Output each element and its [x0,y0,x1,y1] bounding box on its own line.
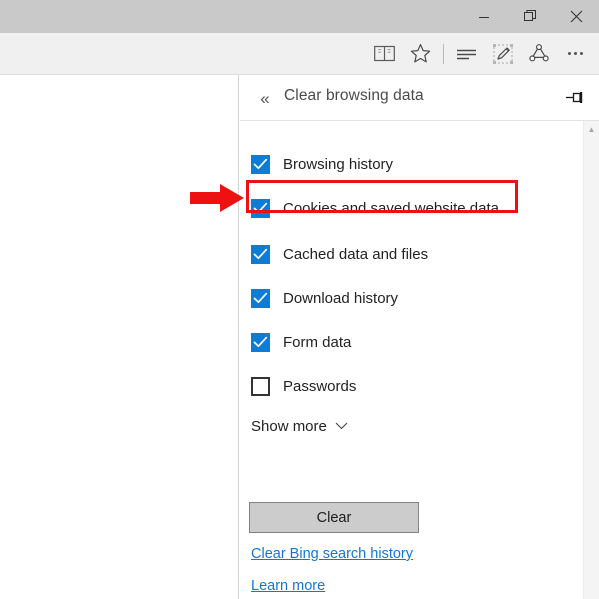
edge-browser-window: « Clear browsing data ▲ Browsing history… [0,0,599,599]
minimize-icon [479,16,489,18]
checkbox-row-form-data[interactable]: Form data [251,329,351,355]
checkmark-icon [253,248,268,259]
share-button[interactable] [521,33,557,74]
checkbox-cached-data[interactable] [251,244,270,264]
checkbox-row-browsing-history[interactable]: Browsing history [251,151,393,177]
more-icon [567,52,583,55]
checkmark-icon [253,202,268,213]
window-controls [461,0,599,33]
panel-title: Clear browsing data [284,87,424,104]
clear-button[interactable]: Clear [249,502,419,533]
checkbox-row-download-history[interactable]: Download history [251,285,398,311]
chevron-down-icon [335,421,348,433]
close-button[interactable] [553,0,599,33]
browser-toolbar [0,33,599,75]
checkbox-cookies[interactable] [251,198,270,218]
checkmark-icon [253,292,268,303]
pin-icon [565,92,582,103]
toolbar-separator [443,43,444,64]
checkbox-label: Download history [283,289,399,307]
checkbox-passwords[interactable] [251,376,270,396]
checkbox-label: Form data [283,333,352,351]
clear-browsing-data-panel: « Clear browsing data ▲ Browsing history… [240,75,599,599]
checkbox-browsing-history[interactable] [251,154,270,174]
hub-icon [457,49,476,59]
more-button[interactable] [557,33,593,74]
reading-view-button[interactable] [366,33,402,74]
checkbox-row-cached-data[interactable]: Cached data and files [251,241,428,267]
favorites-star-icon [410,44,430,63]
checkbox-label: Browsing history [283,155,394,173]
show-more-label: Show more [251,418,327,435]
web-note-button[interactable] [485,33,521,74]
checkbox-row-passwords[interactable]: Passwords [251,373,356,399]
panel-scrollbar[interactable]: ▲ [583,121,599,599]
minimize-button[interactable] [461,0,507,33]
checkmark-icon [253,336,268,347]
title-bar [0,0,599,33]
share-icon [529,44,549,62]
reading-view-icon [373,45,395,62]
pin-button[interactable] [562,87,586,109]
chevron-down-glyph [335,422,348,430]
show-more-toggle[interactable]: Show more [251,418,348,435]
learn-more-link[interactable]: Learn more [251,578,325,594]
toolbar-icon-group [366,33,593,74]
checkmark-icon [253,158,268,169]
clear-bing-search-history-link[interactable]: Clear Bing search history [251,546,413,562]
restore-button[interactable] [507,0,553,33]
checkbox-download-history[interactable] [251,288,270,308]
restore-icon [523,10,536,21]
checkbox-row-cookies[interactable]: Cookies and saved website data [251,195,499,221]
hub-button[interactable] [449,33,485,74]
close-icon [570,10,582,23]
scroll-up-arrow-icon[interactable]: ▲ [584,121,599,137]
checkbox-label: Cached data and files [283,245,429,263]
back-button[interactable]: « [252,86,278,110]
web-note-icon [493,43,513,64]
checkbox-label: Passwords [283,377,357,395]
checkbox-form-data[interactable] [251,332,270,352]
page-content-area [0,75,239,599]
favorites-button[interactable] [402,33,438,74]
checkbox-label: Cookies and saved website data [283,199,499,217]
panel-header: « Clear browsing data [240,75,599,121]
